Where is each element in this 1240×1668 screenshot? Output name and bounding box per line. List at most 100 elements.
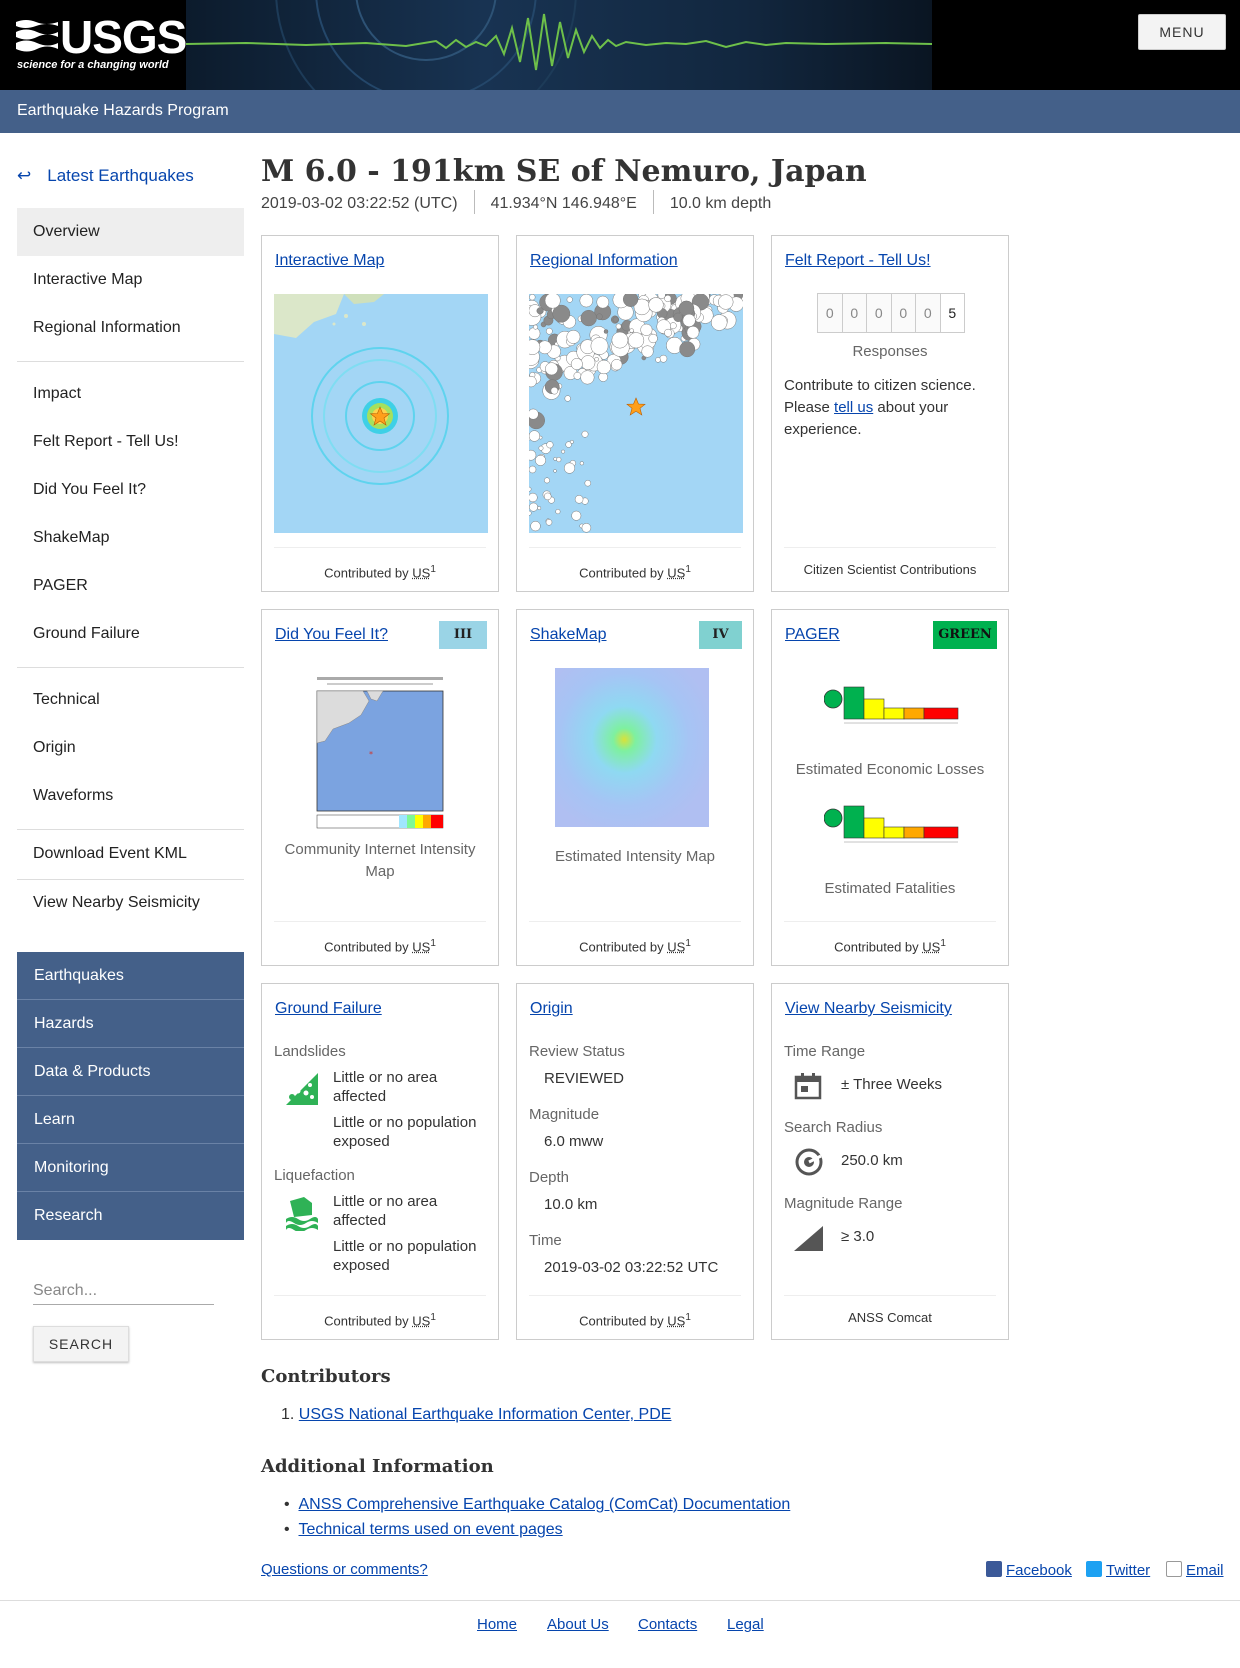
seismicity-bubble [553,469,557,473]
site-nav-hazards[interactable]: Hazards [17,1000,244,1048]
landslides-population: Little or no population exposed [333,1114,477,1150]
sidebar-item-overview[interactable]: Overview [17,208,244,256]
fatalities-caption: Estimated Fatalities [824,880,956,897]
seismicity-bubble [563,462,576,474]
seismicity-bubble [584,479,592,487]
search-radius-label: Search Radius [784,1119,883,1136]
sidebar-item-ground-failure[interactable]: Ground Failure [17,610,244,658]
seismicity-bubble [529,294,536,301]
seismicity-bubble [538,340,552,355]
comcat-doc-link[interactable]: ANSS Comprehensive Earthquake Catalog (C… [299,1496,791,1513]
origin-link[interactable]: Origin [530,1000,573,1018]
sidebar-item-impact[interactable]: Impact [17,370,244,418]
pager-link[interactable]: PAGER [785,626,840,644]
sidebar-item-interactive-map[interactable]: Interactive Map [17,256,244,304]
contributed-by: Contributed by US1 [274,1295,486,1339]
contributor-link[interactable]: USGS National Earthquake Information Cen… [299,1406,672,1423]
regional-information-link[interactable]: Regional Information [530,252,678,270]
time-value: 2019-03-02 03:22:52 UTC [544,1259,719,1276]
sidebar-item-technical[interactable]: Technical [17,676,244,724]
depth-value: 10.0 km [544,1196,598,1213]
footer-about-link[interactable]: About Us [547,1616,609,1633]
seismicity-bubble [545,327,553,335]
seismicity-bubble [569,439,574,444]
dyfi-intensity-badge: III [439,621,487,649]
tell-us-link[interactable]: tell us [834,399,873,416]
seismicity-bubble [611,331,629,349]
dyfi-card[interactable]: Did You Feel It? III * Community Interne… [261,609,499,966]
sidebar-item-shakemap[interactable]: ShakeMap [17,514,244,562]
calendar-icon [794,1073,822,1100]
seismicity-bubble [580,355,596,370]
seismicity-bubble [561,449,566,454]
seismicity-bubble [536,307,544,315]
dyfi-link[interactable]: Did You Feel It? [275,626,388,644]
seismicity-bubble [529,465,537,474]
felt-report-card[interactable]: Felt Report - Tell Us! 0 0 0 0 0 5 Respo… [771,235,1009,592]
facebook-link[interactable]: Facebook [986,1561,1072,1579]
sidebar-item-regional-information[interactable]: Regional Information [17,304,244,352]
site-nav-monitoring[interactable]: Monitoring [17,1144,244,1192]
counter-digit: 0 [841,293,867,333]
pager-alert-badge: GREEN [933,621,997,649]
nearby-seismicity-link[interactable]: View Nearby Seismicity [785,1000,952,1018]
footer-contacts-link[interactable]: Contacts [638,1616,697,1633]
seismicity-bubble [615,323,622,330]
ground-failure-link[interactable]: Ground Failure [275,1000,382,1018]
site-nav-research[interactable]: Research [17,1192,244,1240]
seismicity-bubble [535,454,546,466]
interactive-map-card[interactable]: Interactive Map Contributed by US1 [261,235,499,592]
sidebar-item-waveforms[interactable]: Waveforms [17,772,244,820]
seismicity-bubble [570,358,583,370]
contributor-item: 1. USGS National Earthquake Information … [281,1406,672,1423]
shakemap-card[interactable]: ShakeMap IV Estimated Intensity Map Cont… [516,609,754,966]
footer-legal-link[interactable]: Legal [727,1616,764,1633]
email-link[interactable]: Email [1166,1561,1224,1579]
sidebar-item-download-kml[interactable]: Download Event KML [17,830,244,878]
site-nav-earthquakes[interactable]: Earthquakes [17,952,244,1000]
origin-card[interactable]: Origin Review Status REVIEWED Magnitude … [516,983,754,1340]
technical-terms-link[interactable]: Technical terms used on event pages [299,1521,563,1538]
nearby-seismicity-card[interactable]: View Nearby Seismicity Time Range ± Thre… [771,983,1009,1340]
shakemap-link[interactable]: ShakeMap [530,626,607,644]
twitter-link[interactable]: Twitter [1086,1561,1150,1579]
sidebar-item-origin[interactable]: Origin [17,724,244,772]
seismicity-bubble [612,316,619,323]
sidebar-item-nearby-seismicity[interactable]: View Nearby Seismicity [17,879,244,927]
regional-information-card[interactable]: Regional Information Contributed by US1 [516,235,754,592]
dyfi-map-thumbnail[interactable]: * [303,671,457,836]
latest-earthquakes-link[interactable]: ↩ Latest Earthquakes [17,166,194,186]
seismicity-bubble [566,329,581,344]
sidebar-item-pager[interactable]: PAGER [17,562,244,610]
menu-button[interactable]: MENU [1138,14,1226,50]
program-title[interactable]: Earthquake Hazards Program [17,102,229,120]
seismicity-bubble [628,332,645,349]
search-button[interactable]: SEARCH [33,1326,129,1362]
pager-card[interactable]: PAGER GREEN Estimated Economic Losses Es… [771,609,1009,966]
interactive-map-thumbnail[interactable] [274,294,488,533]
shakemap-thumbnail[interactable] [555,668,709,827]
sidebar-item-felt-report[interactable]: Felt Report - Tell Us! [17,418,244,466]
site-nav-data-products[interactable]: Data & Products [17,1048,244,1096]
seismicity-bubble [553,457,558,461]
seismicity-bubble [530,520,541,532]
usgs-logo[interactable]: USGS science for a changing world [14,11,187,76]
seismicity-bubble [550,386,559,395]
site-nav-learn[interactable]: Learn [17,1096,244,1144]
event-title: M 6.0 - 191km SE of Nemuro, Japan [261,154,867,189]
counter-digit: 0 [866,293,892,333]
time-range-label: Time Range [784,1043,866,1060]
felt-report-link[interactable]: Felt Report - Tell Us! [785,252,931,270]
contributed-by: Contributed by US1 [274,547,486,591]
felt-description: Contribute to citizen science. Please te… [784,377,976,438]
interactive-map-link[interactable]: Interactive Map [275,252,384,270]
landslides-label: Landslides [274,1043,346,1060]
questions-link[interactable]: Questions or comments? [261,1561,428,1578]
contributed-by: Contributed by US1 [784,921,996,965]
search-input[interactable] [33,1277,214,1305]
ground-failure-card[interactable]: Ground Failure Landslides Little or no a… [261,983,499,1340]
footer-home-link[interactable]: Home [477,1616,517,1633]
regional-map-thumbnail[interactable] [529,294,743,533]
sidebar-item-dyfi[interactable]: Did You Feel It? [17,466,244,514]
seismicity-bubble [648,333,658,344]
